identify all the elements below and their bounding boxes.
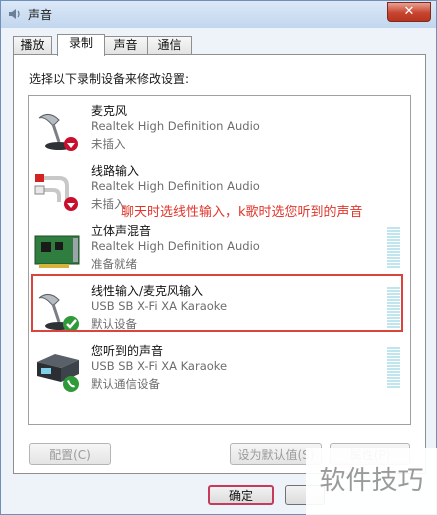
device-driver: USB SB X-Fi XA Karaoke <box>91 359 228 373</box>
microphone-icon <box>38 114 78 151</box>
close-button[interactable]: ✕ <box>387 2 431 22</box>
annotation-text: 聊天时选线性输入，k歌时选您听到的声音 <box>121 205 363 220</box>
level-meter <box>387 226 400 268</box>
speaker-icon <box>9 9 20 19</box>
device-status: 默认通信设备 <box>91 377 160 391</box>
device-list: 麦克风 Realtek High Definition Audio 未插入 线路… <box>28 95 411 425</box>
device-name: 线路输入 <box>91 164 140 178</box>
tab-sounds[interactable]: 声音 <box>103 36 148 54</box>
list-item[interactable]: 立体声混音 Realtek High Definition Audio 准备就绪 <box>29 218 410 278</box>
list-item[interactable]: 您听到的声音 USB SB X-Fi XA Karaoke 默认通信设备 <box>29 338 410 398</box>
highlight-box <box>31 274 403 332</box>
unplugged-badge-icon <box>64 197 78 211</box>
speaker-box-icon <box>37 354 79 392</box>
unplugged-badge-icon <box>64 137 78 151</box>
sound-dialog: 声音 ✕ 播放 录制 声音 通信 选择以下录制设备来修改设置: 麦克风 Real… <box>0 0 437 515</box>
device-name: 麦克风 <box>91 104 128 118</box>
tab-communications[interactable]: 通信 <box>147 36 192 54</box>
sound-card-icon <box>34 235 80 268</box>
phone-badge-icon <box>63 376 79 392</box>
configure-button[interactable]: 配置(C) <box>29 443 111 465</box>
line-in-rca-icon <box>34 174 78 211</box>
instruction-text: 选择以下录制设备来修改设置: <box>29 72 190 86</box>
device-driver: Realtek High Definition Audio <box>91 119 260 133</box>
close-icon: ✕ <box>403 4 415 19</box>
tab-recording[interactable]: 录制 <box>57 34 105 56</box>
watermark: 软件技巧 <box>306 448 437 515</box>
device-driver: Realtek High Definition Audio <box>91 179 260 193</box>
title-bar[interactable]: 声音 ✕ <box>1 1 436 28</box>
device-driver: Realtek High Definition Audio <box>91 239 260 253</box>
device-status: 准备就绪 <box>91 257 137 271</box>
device-name: 您听到的声音 <box>91 344 164 358</box>
recording-panel: 选择以下录制设备来修改设置: 麦克风 Realtek High Definiti… <box>13 54 426 474</box>
device-status: 未插入 <box>91 137 126 151</box>
list-item[interactable]: 麦克风 Realtek High Definition Audio 未插入 <box>29 98 410 158</box>
tab-playback[interactable]: 播放 <box>13 36 52 54</box>
device-name: 立体声混音 <box>91 224 152 238</box>
ok-button[interactable]: 确定 <box>208 485 274 505</box>
level-meter <box>387 346 400 388</box>
window-title: 声音 <box>28 8 53 22</box>
